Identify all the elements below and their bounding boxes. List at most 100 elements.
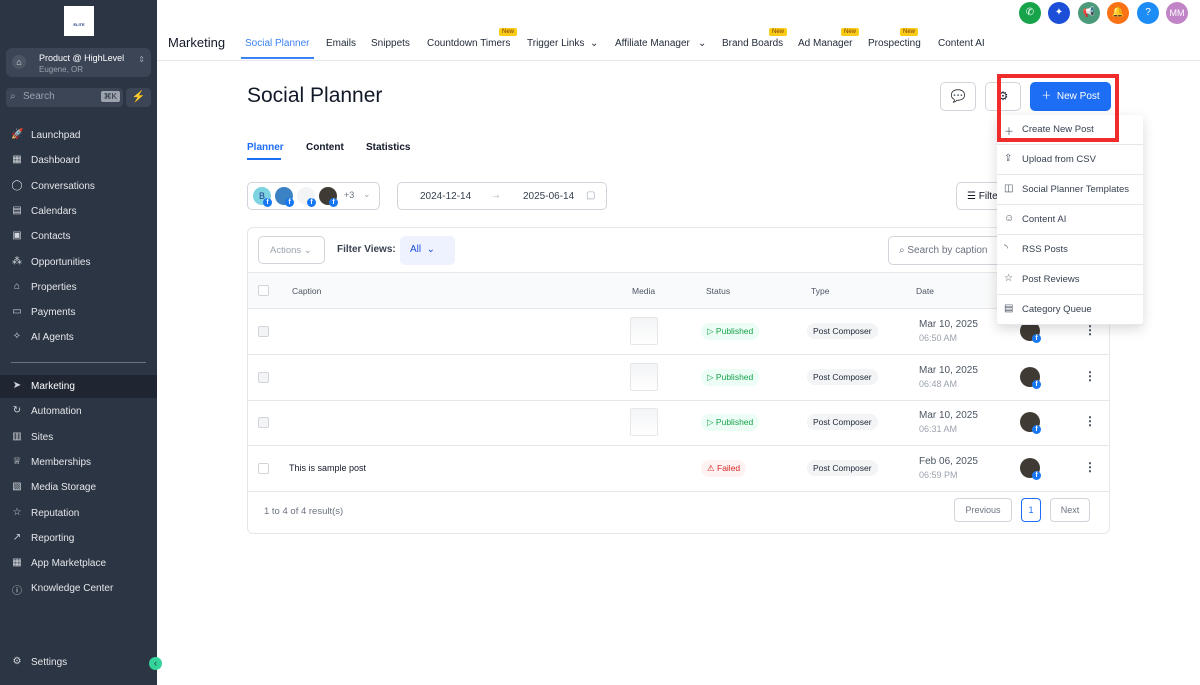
help-icon[interactable]: ? <box>1137 2 1159 24</box>
upload-icon: ⇪ <box>1004 153 1013 164</box>
collapse-sidebar-button[interactable]: ‹ <box>149 657 162 670</box>
table-row[interactable]: ▷ Published Post Composer Mar 10, 2025 0… <box>248 400 1109 446</box>
feedback-button[interactable]: 💬 <box>940 82 976 111</box>
account-selector[interactable]: B f f f f +3 ⌄ <box>247 182 380 210</box>
next-page-button[interactable]: Next <box>1050 498 1090 522</box>
tab-planner[interactable]: Planner <box>247 142 284 153</box>
menu-item-rss-posts[interactable]: ◝ RSS Posts <box>997 235 1143 265</box>
sidebar-item-properties[interactable]: ⌂ Properties <box>0 276 157 299</box>
sidebar-item-sites[interactable]: ▥ Sites <box>0 426 157 449</box>
menu-item-category-queue[interactable]: ▤ Category Queue <box>997 295 1143 325</box>
status-badge: ▷ Published <box>701 323 760 340</box>
tab-content-ai[interactable]: Content AI <box>938 38 985 49</box>
table-row[interactable]: ▷ Published Post Composer Mar 10, 2025 0… <box>248 355 1109 401</box>
list-icon: ▤ <box>1004 303 1014 314</box>
sidebar-item-settings[interactable]: ⚙ Settings <box>0 651 157 674</box>
sidebar-item-launchpad[interactable]: 🚀 Launchpad <box>0 124 157 147</box>
new-post-button[interactable]: ＋ New Post <box>1030 82 1111 111</box>
column-date[interactable]: Date <box>916 286 934 296</box>
column-caption: Caption <box>292 286 322 296</box>
menu-item-label: Content AI <box>1022 214 1067 225</box>
actions-dropdown[interactable]: Actions ⌄ <box>258 236 325 264</box>
sidebar-item-contacts[interactable]: ▣ Contacts <box>0 225 157 248</box>
feedback-icon: 💬 <box>950 89 966 103</box>
row-checkbox[interactable] <box>258 417 269 428</box>
sidebar-item-payments[interactable]: ▭ Payments <box>0 301 157 324</box>
send-icon: ▷ <box>707 371 714 382</box>
menu-item-label: Category Queue <box>1022 304 1092 315</box>
more-options-icon[interactable]: ⋮ <box>1084 414 1096 428</box>
sidebar-item-conversations[interactable]: ◯ Conversations <box>0 175 157 198</box>
media-icon: ▧ <box>12 481 22 493</box>
ai-sparkle-icon[interactable]: ✦ <box>1048 2 1070 24</box>
page-1-button[interactable]: 1 <box>1021 498 1041 522</box>
menu-item-post-reviews[interactable]: ☆ Post Reviews <box>997 265 1143 295</box>
table-row[interactable]: ▷ Published Post Composer Mar 10, 2025 0… <box>248 309 1109 355</box>
sidebar-item-memberships[interactable]: ♕ Memberships <box>0 451 157 474</box>
sidebar-item-opportunities[interactable]: ⁂ Opportunities <box>0 251 157 274</box>
tab-trigger-links[interactable]: Trigger Links <box>527 38 584 49</box>
tab-prospecting[interactable]: Prospecting <box>868 38 921 49</box>
sidebar-item-reporting[interactable]: ↗ Reporting <box>0 527 157 550</box>
user-avatar[interactable]: MM <box>1166 2 1188 24</box>
menu-item-social-planner-templates[interactable]: ◫ Social Planner Templates <box>997 175 1143 205</box>
menu-item-upload-from-csv[interactable]: ⇪ Upload from CSV <box>997 145 1143 175</box>
tab-emails[interactable]: Emails <box>326 38 356 49</box>
send-icon: ➤ <box>12 380 22 391</box>
filter-views-dropdown[interactable]: All ⌄ <box>400 236 455 265</box>
tab-affiliate-manager[interactable]: Affiliate Manager <box>615 38 690 49</box>
active-tab-underline <box>247 158 281 160</box>
sidebar-item-marketing[interactable]: ➤ Marketing <box>0 375 157 398</box>
sidebar-item-media-storage[interactable]: ▧ Media Storage <box>0 476 157 499</box>
previous-page-button[interactable]: Previous <box>954 498 1012 522</box>
sidebar-item-calendars[interactable]: ▤ Calendars <box>0 200 157 223</box>
tab-content[interactable]: Content <box>306 142 344 153</box>
post-time: 06:48 AM <box>919 378 958 389</box>
robot-icon: ☺ <box>1004 213 1015 224</box>
phone-icon[interactable]: ✆ <box>1019 2 1041 24</box>
bell-icon[interactable]: 🔔 <box>1107 2 1129 24</box>
sidebar-item-knowledge-center[interactable]: ⓘ Knowledge Center <box>0 577 157 600</box>
settings-button[interactable]: ⚙ <box>985 82 1021 111</box>
new-post-menu: ＋ Create New Post ⇪ Upload from CSV ◫ Social … <box>997 115 1143 325</box>
tab-social-planner[interactable]: Social Planner <box>245 38 309 49</box>
new-badge: New <box>900 28 919 36</box>
megaphone-icon[interactable]: 📢 <box>1078 2 1100 24</box>
chevron-updown-icon: ⇕ <box>138 55 145 64</box>
payments-icon: ▭ <box>12 306 22 318</box>
select-all-checkbox[interactable] <box>258 285 269 296</box>
tab-brand-boards[interactable]: Brand Boards <box>722 38 783 49</box>
sidebar-item-automation[interactable]: ↻ Automation <box>0 400 157 423</box>
post-time: 06:59 PM <box>919 469 958 480</box>
more-options-icon[interactable]: ⋮ <box>1084 369 1096 383</box>
sidebar-item-reputation[interactable]: ☆ Reputation <box>0 502 157 525</box>
active-tab-underline <box>241 57 314 59</box>
media-thumbnail[interactable] <box>630 362 658 391</box>
date-range-picker[interactable]: 2024-12-14 → 2025-06-14 ▢ <box>397 182 607 210</box>
tab-countdown-timers[interactable]: Countdown Timers <box>427 38 510 49</box>
more-options-icon[interactable]: ⋮ <box>1084 460 1096 474</box>
tab-statistics[interactable]: Statistics <box>366 142 410 153</box>
more-options-icon[interactable]: ⋮ <box>1084 323 1096 337</box>
sidebar-item-dashboard[interactable]: ▦ Dashboard <box>0 149 157 172</box>
media-thumbnail[interactable] <box>630 317 658 345</box>
media-thumbnail[interactable] <box>630 408 658 436</box>
sidebar-item-app-marketplace[interactable]: ▦ App Marketplace <box>0 552 157 575</box>
facebook-icon: f <box>1032 425 1041 434</box>
table-row[interactable]: This is sample post ⚠ Failed Post Compos… <box>248 446 1109 492</box>
menu-item-create-new-post[interactable]: ＋ Create New Post <box>997 115 1143 145</box>
memberships-icon: ♕ <box>12 455 22 467</box>
sidebar-item-ai-agents[interactable]: ✧ AI Agents <box>0 326 157 349</box>
menu-item-content-ai[interactable]: ☺ Content AI <box>997 205 1143 235</box>
account-switcher[interactable]: ⌂ Product @ HighLevel Eugene, OR ⇕ <box>6 48 151 77</box>
tab-ad-manager[interactable]: Ad Manager <box>798 38 852 49</box>
tab-snippets[interactable]: Snippets <box>371 38 410 49</box>
row-checkbox[interactable] <box>258 371 269 383</box>
plus-icon: ＋ <box>1041 91 1052 102</box>
quick-action-bolt-icon[interactable]: ⚡ <box>126 88 151 107</box>
row-checkbox[interactable] <box>258 326 269 337</box>
chat-icon: ◯ <box>11 179 23 191</box>
sidebar-search[interactable]: ⌕ Search ⌘K <box>6 88 123 107</box>
search-caption-input[interactable]: ⌕ Search by caption <box>888 236 1003 265</box>
row-checkbox[interactable] <box>258 462 269 474</box>
